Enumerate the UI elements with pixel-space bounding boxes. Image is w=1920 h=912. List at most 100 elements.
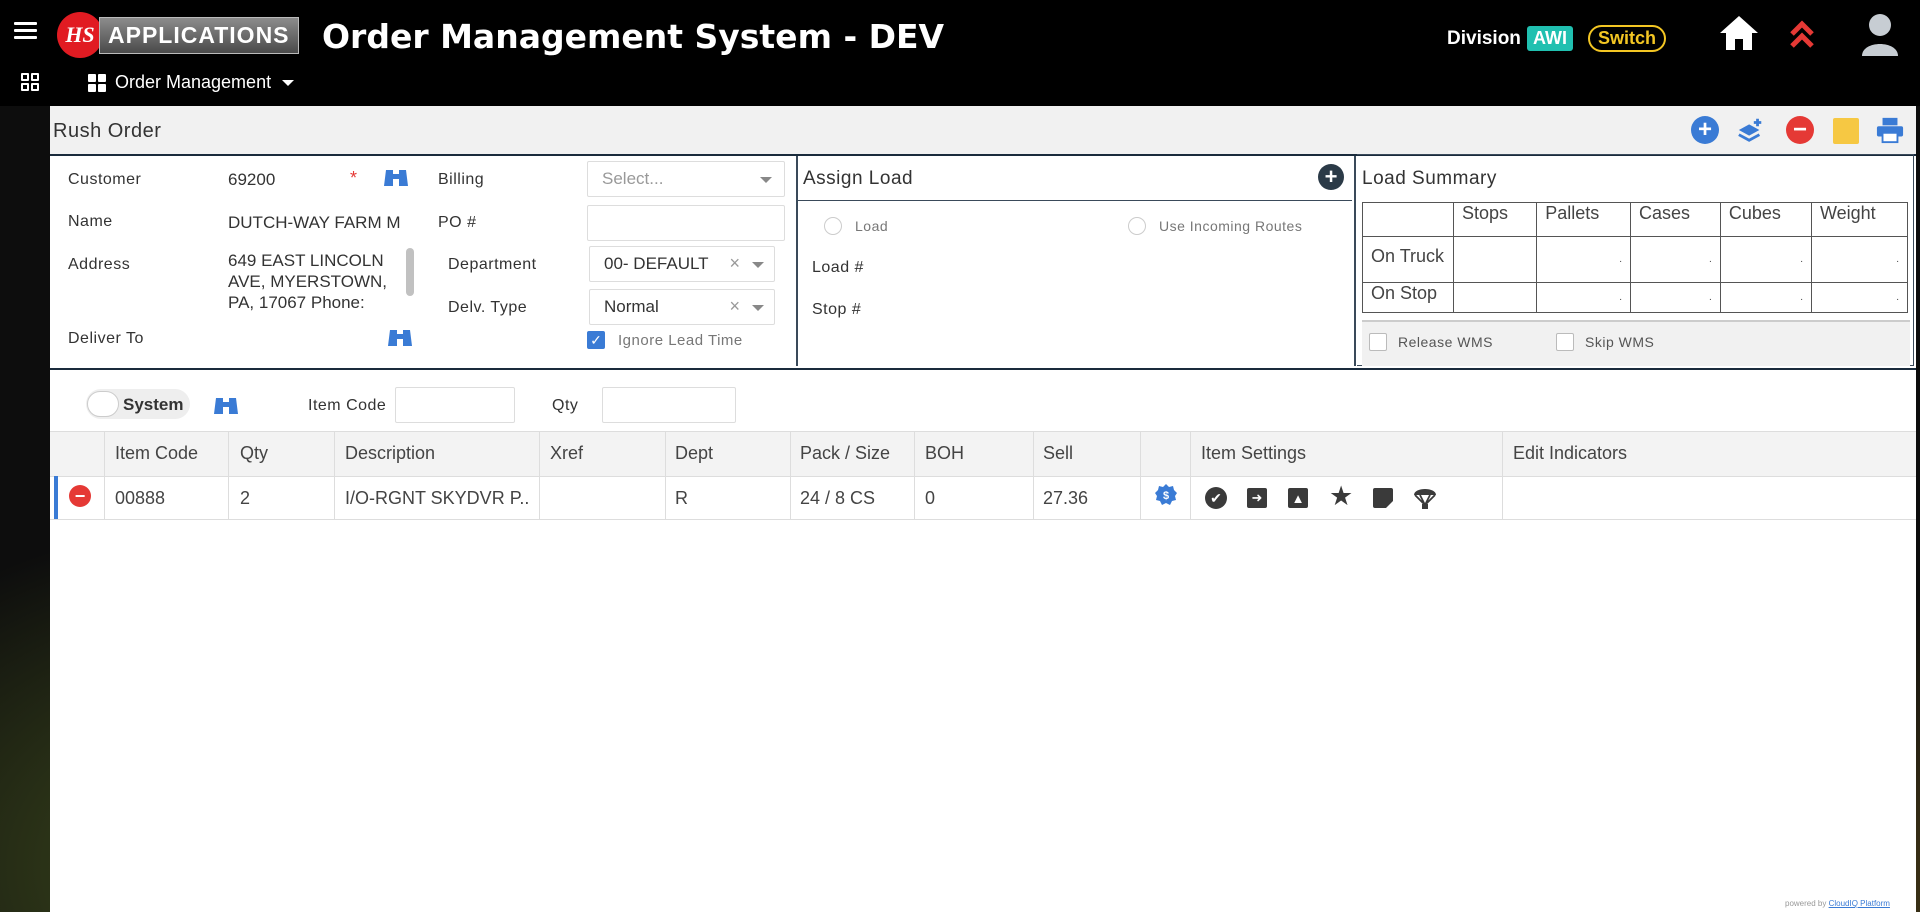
- table-row[interactable]: [50, 476, 1916, 520]
- required-mark: *: [350, 168, 358, 188]
- summary-cell: [1452, 282, 1538, 313]
- order-management-menu[interactable]: Order Management: [88, 72, 295, 93]
- price-badge-icon[interactable]: $: [1154, 483, 1178, 512]
- load-number-label: Load #: [812, 259, 864, 276]
- item-search-binoculars-icon[interactable]: [213, 394, 239, 421]
- add-layer-icon[interactable]: [1737, 116, 1765, 144]
- note-icon[interactable]: [1833, 118, 1859, 144]
- powered-by-text: powered by: [1785, 899, 1827, 908]
- collapse-up-icon[interactable]: [1789, 20, 1815, 55]
- department-label: Department: [448, 256, 537, 273]
- app-title: Order Management System - DEV: [322, 17, 945, 56]
- logo-text: APPLICATIONS: [99, 16, 299, 54]
- summary-row-on-stop: On Stop . . . .: [1362, 282, 1909, 313]
- app-logo[interactable]: HS APPLICATIONS: [57, 12, 299, 58]
- user-avatar-icon[interactable]: [1860, 12, 1900, 61]
- division-label: Division: [1447, 28, 1521, 49]
- col-item-settings[interactable]: Item Settings: [1201, 443, 1306, 464]
- cell-dept: R: [675, 488, 688, 508]
- summary-cell: .: [1719, 282, 1812, 313]
- release-wms-label: Release WMS: [1398, 334, 1493, 350]
- chevron-down-icon: [282, 79, 295, 86]
- check-circle-icon[interactable]: ✔: [1205, 487, 1227, 509]
- chevron-down-icon: [760, 177, 772, 183]
- incoming-routes-radio[interactable]: [1128, 217, 1146, 235]
- item-code-label: Item Code: [308, 397, 387, 414]
- summary-row-label: On Truck: [1362, 236, 1454, 283]
- qty-input[interactable]: [602, 387, 736, 423]
- arrow-right-icon[interactable]: ➜: [1247, 488, 1267, 508]
- cell-description: I/O-RGNT SKYDVR P...: [345, 488, 530, 508]
- col-sell[interactable]: Sell: [1043, 443, 1073, 464]
- clear-delv-type-icon[interactable]: ×: [729, 296, 740, 317]
- name-value: DUTCH-WAY FARM M: [228, 213, 401, 232]
- department-select[interactable]: 00- DEFAULT ×: [589, 246, 775, 282]
- delv-type-select[interactable]: Normal ×: [589, 289, 775, 325]
- hamburger-menu-icon[interactable]: [14, 18, 37, 43]
- cell-sell[interactable]: 27.36: [1043, 488, 1088, 509]
- po-input[interactable]: [587, 205, 785, 241]
- assign-load-divider-left: [796, 156, 798, 366]
- skip-wms-label: Skip WMS: [1585, 334, 1655, 350]
- summary-row-label: On Stop: [1362, 282, 1454, 313]
- customer-value[interactable]: 69200: [228, 170, 275, 190]
- summary-cell: .: [1810, 282, 1909, 313]
- summary-cell: .: [1630, 282, 1721, 313]
- summary-cell: .: [1810, 236, 1909, 283]
- logo-mark: HS: [57, 12, 103, 58]
- col-edit-indicators[interactable]: Edit Indicators: [1513, 443, 1627, 464]
- cell-boh: 0: [925, 488, 936, 508]
- print-icon[interactable]: [1876, 116, 1904, 144]
- assign-load-underline: [798, 200, 1352, 201]
- switch-division-button[interactable]: Switch: [1588, 25, 1667, 52]
- col-qty[interactable]: Qty: [240, 443, 268, 464]
- load-radio[interactable]: [824, 217, 842, 235]
- item-code-input[interactable]: [395, 387, 515, 423]
- incoming-routes-label: Use Incoming Routes: [1159, 218, 1303, 234]
- col-pack-size[interactable]: Pack / Size: [800, 443, 890, 464]
- arrow-up-icon[interactable]: ▲: [1288, 488, 1308, 508]
- assign-load-add-icon[interactable]: +: [1318, 164, 1344, 190]
- col-item-code[interactable]: Item Code: [115, 443, 198, 464]
- skip-wms-checkbox[interactable]: [1556, 333, 1574, 351]
- system-toggle-knob[interactable]: [87, 391, 119, 417]
- col-dept[interactable]: Dept: [675, 443, 713, 464]
- summary-col-pallets: Pallets: [1536, 202, 1631, 237]
- parachute-icon[interactable]: [1413, 485, 1437, 514]
- col-boh[interactable]: BOH: [925, 443, 964, 464]
- ignore-lead-time-label: Ignore Lead Time: [618, 332, 743, 349]
- assign-load-title: Assign Load: [803, 168, 914, 189]
- add-icon[interactable]: +: [1691, 116, 1719, 144]
- ignore-lead-time-checkbox[interactable]: ✓: [587, 331, 605, 349]
- deliver-to-label: Deliver To: [68, 330, 144, 347]
- release-wms-checkbox[interactable]: [1369, 333, 1387, 351]
- system-toggle-label: System: [123, 395, 184, 414]
- billing-label: Billing: [438, 171, 485, 188]
- billing-placeholder: Select...: [602, 169, 664, 188]
- customer-search-binoculars-icon[interactable]: [383, 166, 409, 193]
- cell-item-code: 00888: [115, 488, 166, 508]
- deliver-to-binoculars-icon[interactable]: [387, 326, 413, 353]
- address-label: Address: [68, 256, 131, 273]
- form-bottom-divider: [50, 368, 1916, 370]
- remove-icon[interactable]: −: [1786, 116, 1814, 144]
- billing-select[interactable]: Select...: [587, 161, 785, 197]
- cell-qty[interactable]: 2: [240, 488, 250, 509]
- col-xref[interactable]: Xref: [550, 443, 583, 464]
- stop-number-label: Stop #: [812, 301, 862, 318]
- summary-cell: .: [1630, 236, 1721, 283]
- row-selected-indicator: [54, 476, 58, 519]
- address-scrollbar[interactable]: [406, 248, 414, 296]
- star-icon[interactable]: ★: [1329, 483, 1353, 510]
- summary-cell: .: [1536, 236, 1631, 283]
- apps-grid-icon[interactable]: [21, 73, 39, 91]
- po-label: PO #: [438, 214, 477, 231]
- col-description[interactable]: Description: [345, 443, 435, 464]
- clear-department-icon[interactable]: ×: [729, 253, 740, 274]
- cell-pack-size: 24 / 8 CS: [800, 488, 876, 508]
- department-value: 00- DEFAULT: [604, 254, 709, 273]
- customer-label: Customer: [68, 171, 142, 188]
- platform-link[interactable]: CloudIQ Platform: [1829, 899, 1890, 908]
- delete-row-icon[interactable]: −: [69, 485, 91, 507]
- home-icon[interactable]: [1718, 14, 1760, 57]
